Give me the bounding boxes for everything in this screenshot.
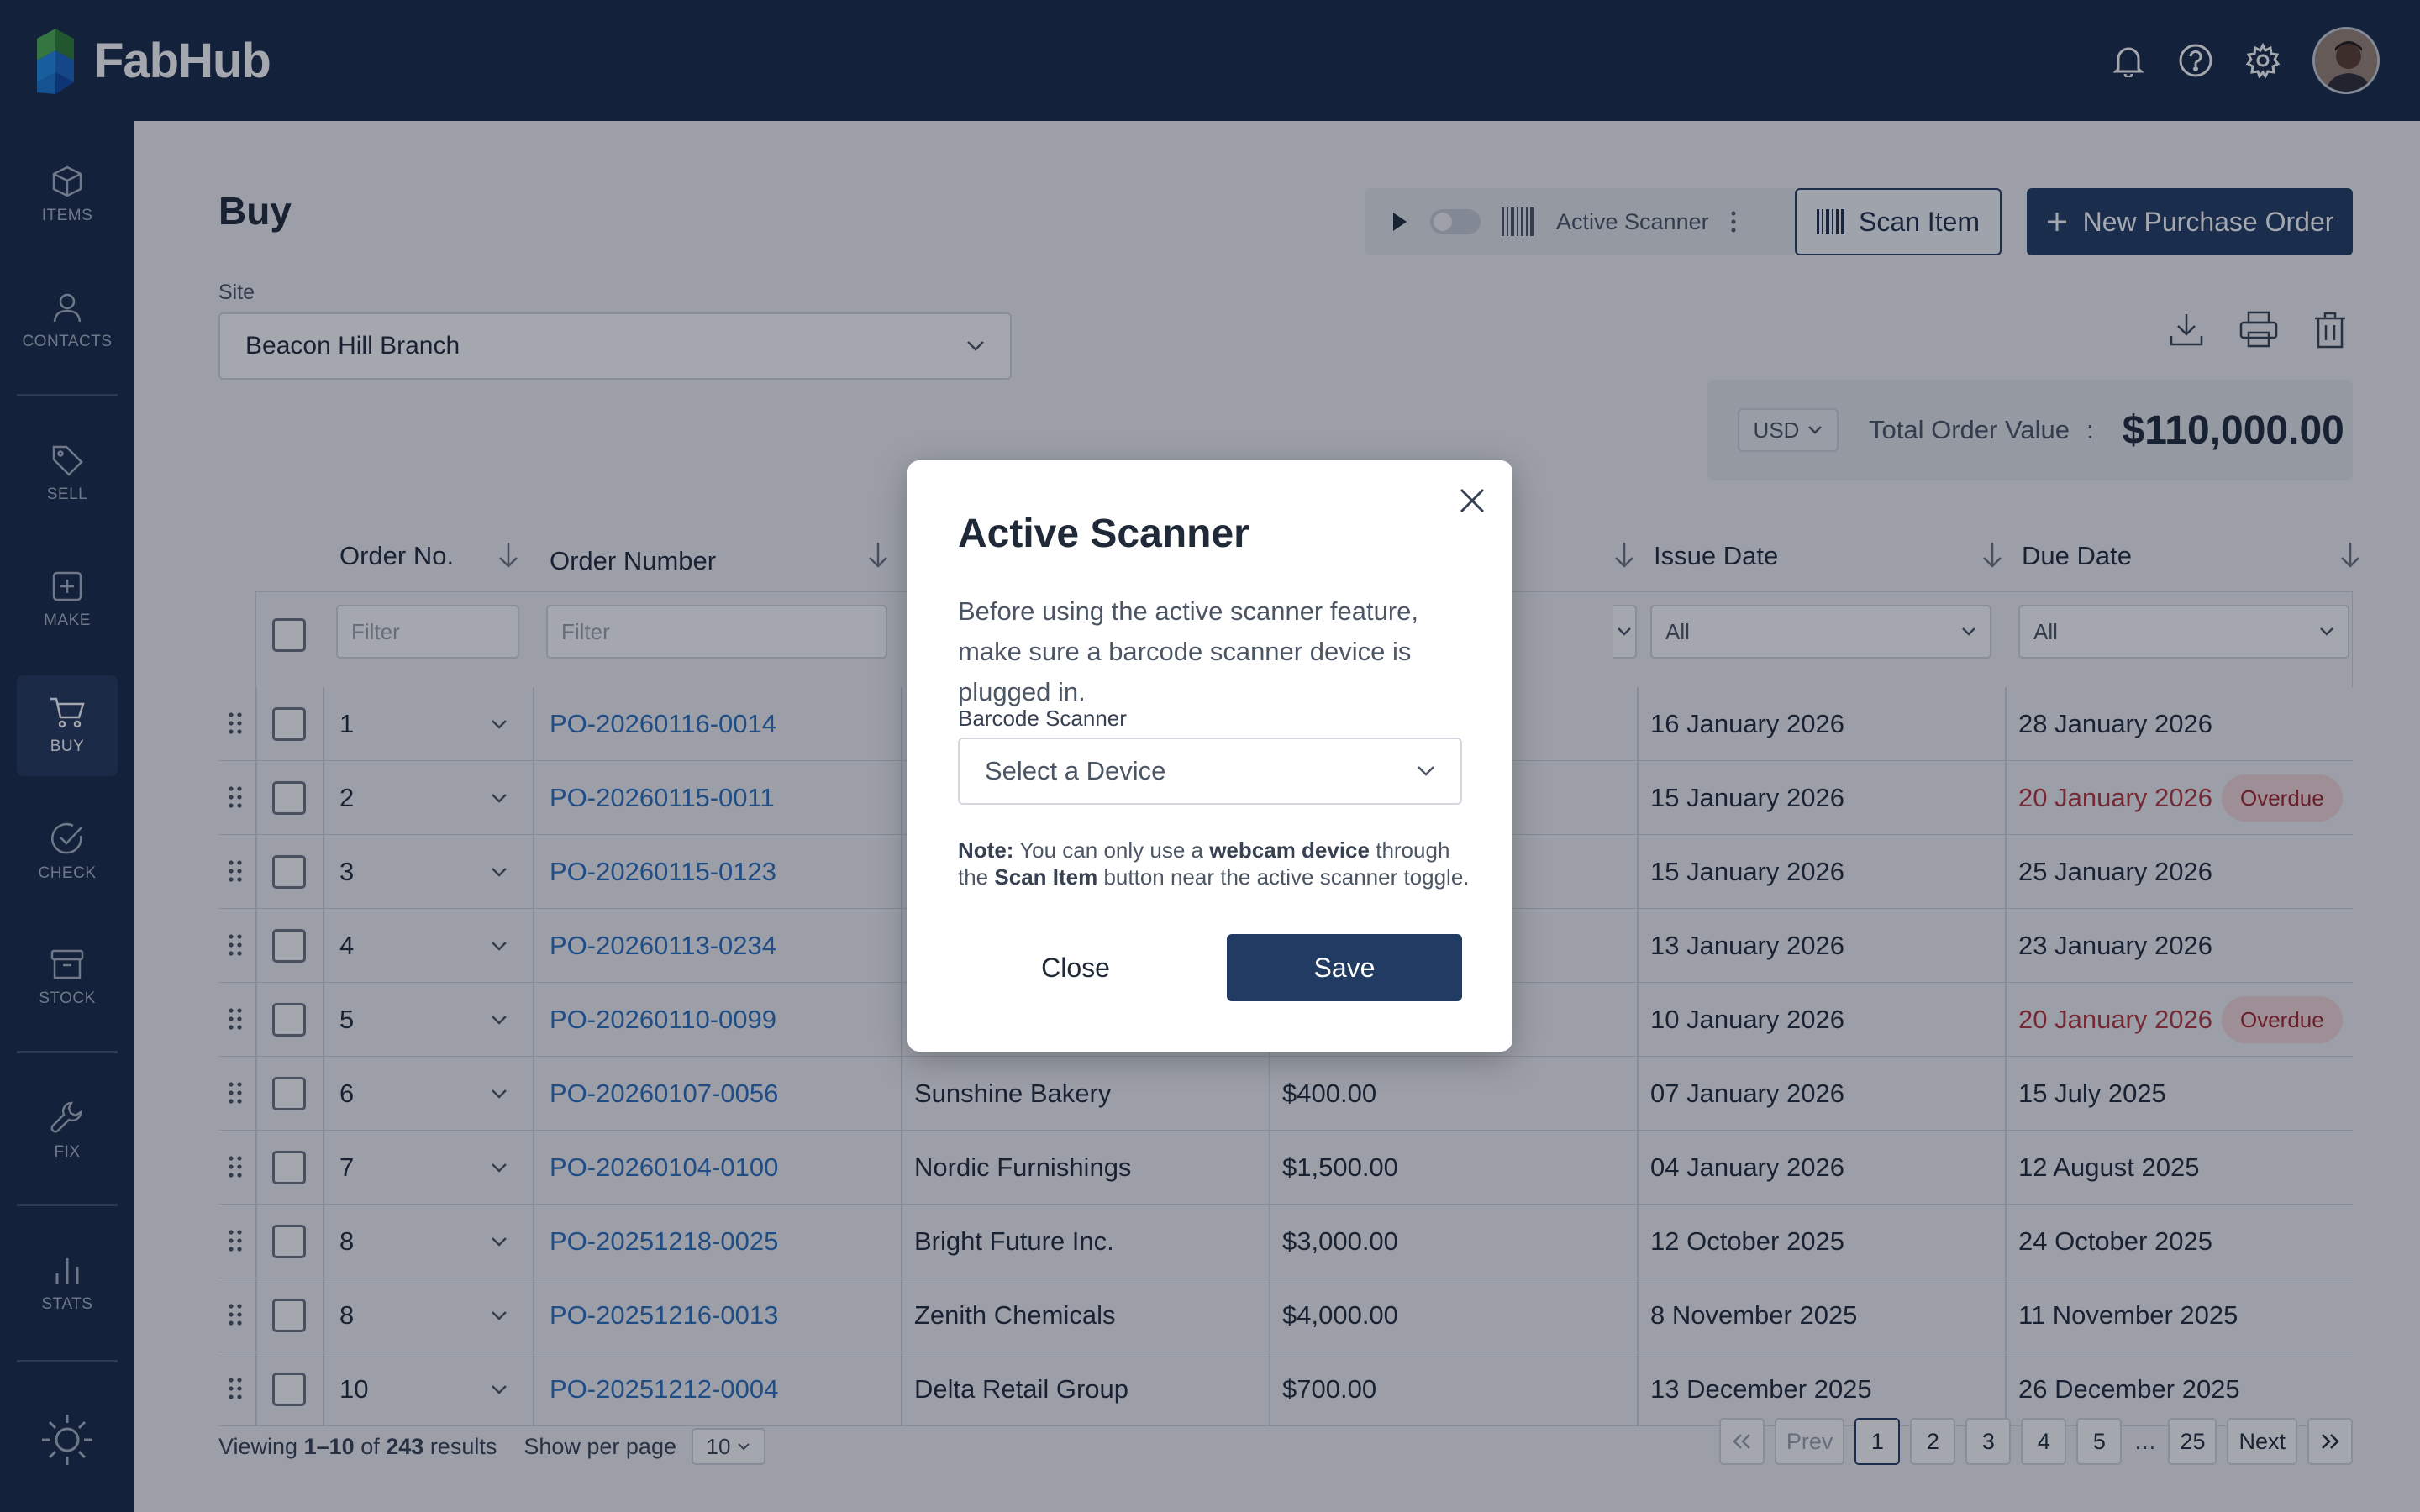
close-icon[interactable] — [1452, 480, 1492, 521]
close-button[interactable]: Close — [958, 934, 1193, 1001]
modal-description: Before using the active scanner feature,… — [958, 596, 1418, 706]
chevron-down-icon — [1418, 766, 1434, 776]
save-button[interactable]: Save — [1227, 934, 1462, 1001]
modal-note: Note: You can only use a webcam device t… — [958, 837, 1470, 890]
active-scanner-modal: Active Scanner Before using the active s… — [908, 460, 1512, 1052]
modal-title: Active Scanner — [958, 512, 1249, 556]
barcode-scanner-select[interactable]: Select a Device — [958, 738, 1462, 805]
barcode-scanner-label: Barcode Scanner — [958, 706, 1127, 731]
barcode-scanner-placeholder: Select a Device — [985, 756, 1166, 785]
